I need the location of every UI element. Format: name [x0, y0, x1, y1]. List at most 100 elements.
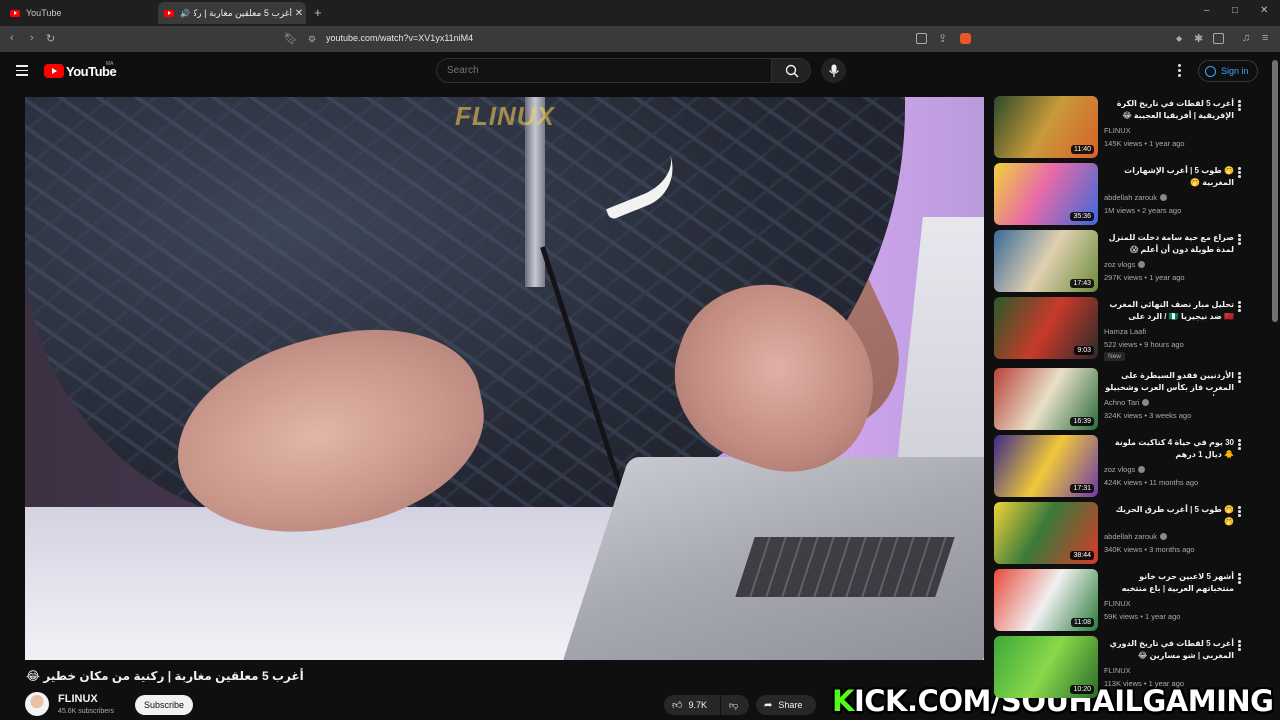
microphone-icon	[828, 64, 839, 77]
speaker-icon[interactable]: 🔊	[180, 9, 190, 18]
recommended-title[interactable]: تحليل مبار نصف النهائي المغرب 🇲🇦 ضد نيجي…	[1104, 299, 1234, 325]
share-arrow-icon: ➦	[764, 699, 773, 711]
browser-tab-youtube[interactable]: YouTube	[4, 2, 154, 24]
more-actions-icon[interactable]	[1238, 100, 1242, 112]
more-actions-icon[interactable]	[1238, 167, 1242, 179]
like-button[interactable]: 👍︎ 9.7K	[664, 695, 720, 715]
duration-badge: 16:39	[1070, 417, 1094, 426]
duration-badge: 38:44	[1070, 551, 1094, 560]
recommended-channel[interactable]: abdellah zarouk	[1104, 193, 1167, 202]
duration-badge: 11:08	[1071, 618, 1094, 627]
tab-close-icon[interactable]: ✕	[292, 8, 306, 19]
site-info-icon[interactable]: ⚙︎	[308, 34, 316, 45]
recommended-title[interactable]: أغرب 5 لقطات في تاريخ الكرة الإفريقية | …	[1104, 98, 1234, 122]
video-thumbnail[interactable]: 10:20	[994, 636, 1098, 698]
more-actions-icon[interactable]	[1238, 372, 1242, 384]
recommended-channel[interactable]: zoz vlogs	[1104, 465, 1146, 474]
recommended-channel[interactable]: FLINUX	[1104, 126, 1131, 135]
video-thumbnail[interactable]: 16:39	[994, 368, 1098, 430]
recommended-title[interactable]: صراع مع حية سامة دخلت للمنزل لمدة طويلة …	[1104, 232, 1234, 256]
account-icon	[1205, 65, 1216, 77]
browser-menu-icon[interactable]: ≡	[1262, 32, 1268, 44]
recommended-channel[interactable]: FLINUX	[1104, 599, 1131, 608]
recommended-channel[interactable]: FLINUX	[1104, 666, 1131, 675]
channel-avatar[interactable]	[25, 692, 49, 716]
video-thumbnail[interactable]: 38:44	[994, 502, 1098, 564]
video-thumbnail[interactable]: 17:43	[994, 230, 1098, 292]
bookmark-icon[interactable]: 🔖︎	[284, 32, 298, 45]
more-actions-icon[interactable]	[1238, 234, 1242, 246]
duration-badge: 11:40	[1071, 145, 1094, 154]
sign-in-button[interactable]: Sign in	[1198, 60, 1258, 82]
minimize-icon[interactable]: –	[1204, 5, 1210, 16]
more-actions-icon[interactable]	[1238, 506, 1242, 518]
sidebar-toggle-icon[interactable]	[1213, 33, 1224, 44]
share-button[interactable]: ➦ Share	[756, 695, 816, 715]
maximize-icon[interactable]: □	[1232, 5, 1238, 16]
recommended-title[interactable]: 30 يوم في حياة 4 كتاكيت ملونة 🐥 ديال 1 د…	[1104, 437, 1234, 461]
sign-in-label: Sign in	[1221, 66, 1249, 76]
search-button[interactable]	[771, 58, 811, 83]
url-field[interactable]: youtube.com/watch?v=XV1yx11niM4	[326, 33, 473, 43]
dislike-button[interactable]: 👎︎	[721, 695, 749, 715]
region-code: MA	[106, 61, 114, 67]
video-thumbnail[interactable]: 9:03	[994, 297, 1098, 359]
browser-tab-bar: YouTube 🔊 أغرب 5 معلقين مغاربة | ركنية م…	[0, 0, 1280, 26]
extensions-icon[interactable]: ✱	[1194, 32, 1203, 45]
voice-search-button[interactable]	[821, 58, 846, 83]
youtube-logo-icon[interactable]	[44, 64, 64, 78]
search-input[interactable]	[447, 65, 747, 76]
search-box[interactable]	[436, 58, 772, 83]
page-scrollbar[interactable]	[1272, 60, 1278, 322]
wallet-icon[interactable]: ◆	[1176, 34, 1182, 43]
video-player[interactable]: FLINUX	[25, 97, 984, 660]
recommended-video[interactable]: 17:43 صراع مع حية سامة دخلت للمنزل لمدة …	[994, 230, 1264, 292]
more-actions-icon[interactable]	[1238, 573, 1242, 585]
video-thumbnail[interactable]: 11:08	[994, 569, 1098, 631]
recommended-title[interactable]: الأردنيين فقدو السيطرة على المغرب فاز بك…	[1104, 370, 1234, 396]
video-title: أغرب 5 معلقين مغاربة | ركنية من مكان خطي…	[26, 669, 304, 683]
recommended-video[interactable]: 9:03 تحليل مبار نصف النهائي المغرب 🇲🇦 ضد…	[994, 297, 1264, 361]
recommended-video[interactable]: 17:31 30 يوم في حياة 4 كتاكيت ملونة 🐥 دي…	[994, 435, 1264, 497]
recommended-title[interactable]: 🤭 طوب 5 | أغرب الإشهارات المغربية 🤭	[1104, 165, 1234, 189]
reload-icon[interactable]: ↻	[46, 32, 55, 45]
more-actions-icon[interactable]	[1238, 640, 1242, 652]
brave-shield-icon[interactable]	[960, 33, 971, 44]
forward-arrow-icon[interactable]: ›	[30, 32, 34, 44]
duration-badge: 9:03	[1074, 346, 1094, 355]
channel-name[interactable]: FLINUX	[58, 693, 98, 705]
recommended-title[interactable]: 🤭 طوب 5 | أغرب طرق الحريك 🤭	[1104, 504, 1234, 528]
more-actions-icon[interactable]	[1238, 301, 1242, 313]
thumbs-down-icon: 👎︎	[729, 699, 739, 710]
cast-icon[interactable]	[916, 33, 927, 44]
browser-tab-video[interactable]: 🔊 أغرب 5 معلقين مغاربة | ركنية من... ✕	[158, 2, 306, 24]
recommended-video[interactable]: 38:44 🤭 طوب 5 | أغرب طرق الحريك 🤭 abdell…	[994, 502, 1264, 564]
music-icon[interactable]: ♫	[1242, 32, 1250, 44]
subscribe-button[interactable]: Subscribe	[135, 695, 193, 715]
recommended-title[interactable]: أشهر 5 لاعبين حرب خانو منتخباتهم العربية…	[1104, 571, 1234, 595]
new-tab-plus-icon[interactable]: +	[314, 5, 322, 20]
share-label: Share	[778, 700, 803, 710]
subscriber-count: 45.6K subscribers	[58, 708, 115, 715]
video-thumbnail[interactable]: 35:36	[994, 163, 1098, 225]
recommended-channel[interactable]: Achno Tari	[1104, 398, 1150, 407]
back-arrow-icon[interactable]: ‹	[10, 32, 14, 44]
more-actions-icon[interactable]	[1238, 439, 1242, 451]
duration-badge: 17:43	[1070, 279, 1094, 288]
video-thumbnail[interactable]: 17:31	[994, 435, 1098, 497]
recommended-video[interactable]: 10:20 أغرب 5 لقطات في تاريخ الدوري المغر…	[994, 636, 1264, 698]
recommended-channel[interactable]: zoz vlogs	[1104, 260, 1146, 269]
settings-kebab-icon[interactable]	[1178, 64, 1184, 79]
recommended-title[interactable]: أغرب 5 لقطات في تاريخ الدوري المغربي | ش…	[1104, 638, 1234, 662]
new-badge: New	[1104, 352, 1126, 361]
window-close-icon[interactable]: ✕	[1260, 5, 1268, 16]
recommended-video[interactable]: 35:36 🤭 طوب 5 | أغرب الإشهارات المغربية …	[994, 163, 1264, 225]
recommended-video[interactable]: 11:40 أغرب 5 لقطات في تاريخ الكرة الإفري…	[994, 96, 1264, 158]
recommended-video[interactable]: 16:39 الأردنيين فقدو السيطرة على المغرب …	[994, 368, 1264, 430]
recommended-video[interactable]: 11:08 أشهر 5 لاعبين حرب خانو منتخباتهم ا…	[994, 569, 1264, 631]
recommended-channel[interactable]: Hamza Laafi	[1104, 327, 1146, 336]
video-thumbnail[interactable]: 11:40	[994, 96, 1098, 158]
hamburger-menu-icon[interactable]	[16, 65, 28, 79]
share-page-icon[interactable]: ⇪	[938, 32, 947, 45]
recommended-channel[interactable]: abdellah zarouk	[1104, 532, 1167, 541]
